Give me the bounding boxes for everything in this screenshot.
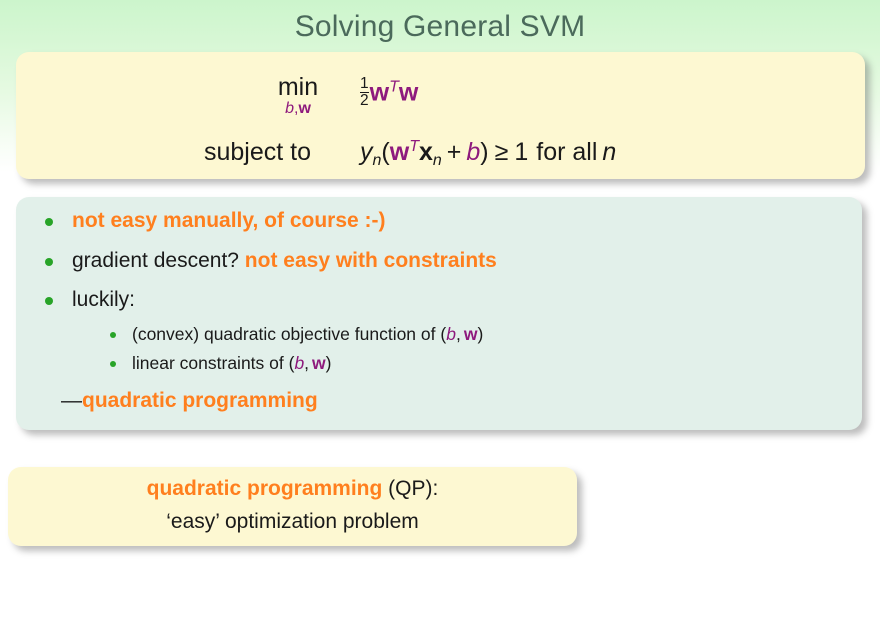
sub-list-item: (convex) quadratic objective function of… (132, 324, 483, 345)
list-item: not easy manually, of course :-) (72, 209, 386, 233)
sub-list-close-paren: ) (477, 324, 484, 344)
list-item-text: not easy manually, of course :-) (72, 209, 386, 232)
objective-function: 1 2 wTw (360, 76, 418, 109)
page-title: Solving General SVM (294, 10, 586, 43)
constraint-plus-sign: + (446, 138, 462, 166)
constraint-close-paren: ) (480, 138, 489, 166)
constraint-expression: yn(wTxn + b) ≥1 for all n (360, 138, 616, 170)
constraint-open-paren: ( (381, 138, 390, 166)
constraint-index-n: n (602, 138, 617, 166)
constraint-transpose: T (409, 138, 419, 156)
fraction-numerator: 1 (360, 75, 369, 92)
slide-canvas: Solving General SVM min b,w 1 2 wTw subj… (0, 0, 880, 619)
conclusion-text: quadratic programming (82, 389, 318, 412)
definition-term: quadratic programming (146, 477, 383, 500)
list-item: gradient descent? not easy with constrai… (72, 249, 497, 273)
sub-list-item-text: linear constraints of ( (132, 353, 295, 373)
fraction-denominator: 2 (360, 91, 369, 109)
constraint-b: b (466, 138, 481, 166)
sub-list-var-b: b (294, 353, 305, 373)
sub-list-comma: , (455, 324, 461, 344)
constraint-rhs-one: 1 (514, 138, 529, 166)
sub-list-var-b: b (446, 324, 456, 344)
min-limit-w: w (298, 100, 311, 117)
min-operator: min b,w (266, 74, 330, 118)
constraint-w: w (389, 138, 410, 166)
list-item: luckily: (72, 288, 135, 312)
list-item-text: gradient descent? (72, 249, 245, 272)
sub-list-var-w: w (463, 324, 478, 344)
objective-w-first: w (369, 78, 390, 107)
definition-abbreviation: (QP): (382, 477, 439, 500)
conclusion-line: —quadratic programming (61, 389, 318, 413)
bullet-marker (45, 297, 53, 305)
subject-to-label: subject to (204, 138, 312, 166)
sub-bullet-marker (110, 332, 116, 338)
list-item-text: luckily: (72, 288, 136, 311)
min-operator-limits: b,w (266, 100, 330, 118)
sub-list-item: linear constraints of (b, w) (132, 353, 332, 374)
constraint-y: y (360, 138, 373, 166)
sub-list-comma: , (304, 353, 310, 373)
objective-transpose: T (389, 78, 399, 96)
definition-term-line: quadratic programming (QP): (8, 477, 577, 501)
sub-list-item-text: (convex) quadratic objective function of… (132, 324, 447, 344)
definition-description: ‘easy’ optimization problem (166, 510, 419, 533)
objective-w-second: w (398, 78, 419, 107)
constraint-x-subscript: n (432, 152, 442, 170)
bullet-marker (45, 258, 53, 266)
one-half-fraction: 1 2 (360, 76, 369, 109)
min-limit-b: b (285, 100, 294, 117)
sub-bullet-marker (110, 361, 116, 367)
constraint-forall-text: for all (536, 138, 598, 166)
sub-list-var-w: w (312, 353, 326, 373)
min-operator-symbol: min (277, 73, 319, 101)
sub-list-close-paren: ) (325, 353, 332, 373)
constraint-x: x (418, 138, 433, 166)
constraint-geq-sign: ≥ (494, 138, 509, 166)
bullet-marker (45, 218, 53, 226)
list-item-emphasis: not easy with constraints (244, 249, 497, 272)
em-dash: — (61, 389, 82, 412)
